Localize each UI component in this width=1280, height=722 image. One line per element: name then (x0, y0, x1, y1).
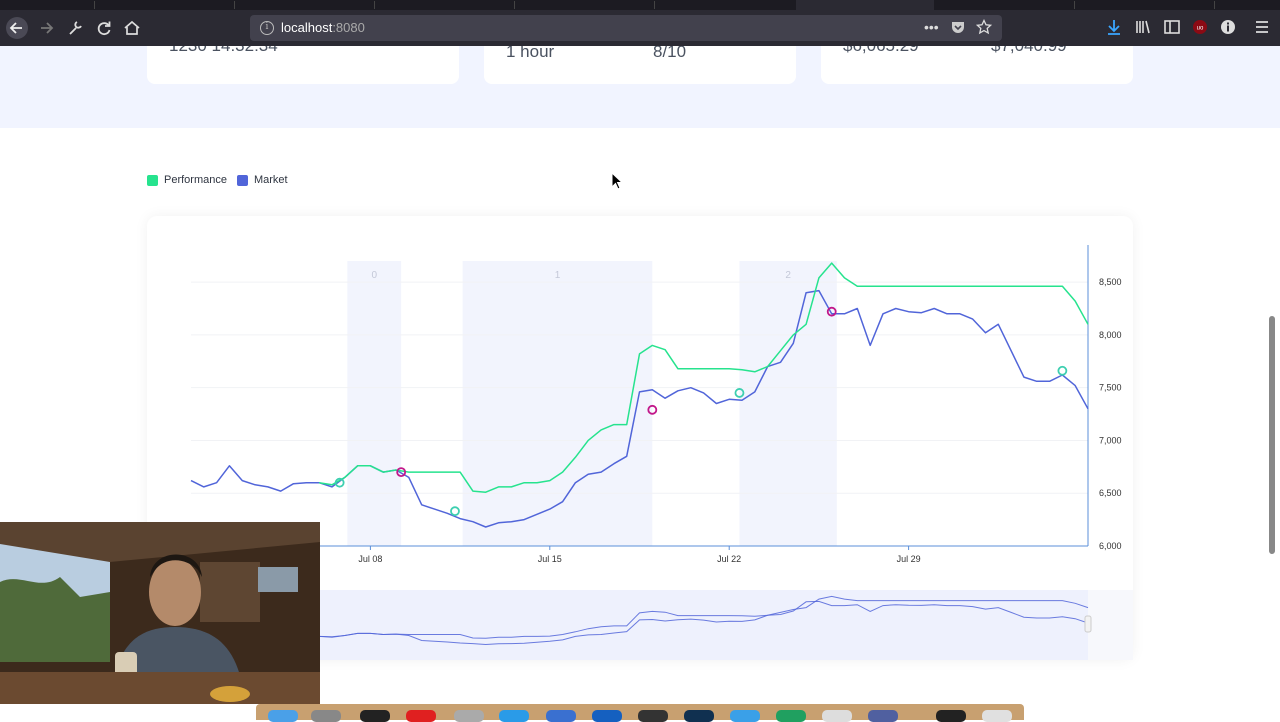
tab-separator (654, 1, 655, 9)
trash-dock-icon[interactable] (982, 710, 1012, 722)
reload-icon (97, 21, 111, 36)
home-icon (124, 20, 140, 35)
library-icon[interactable] (1133, 17, 1153, 37)
trade-region-2 (739, 261, 837, 546)
y-tick-label: 6,500 (1099, 488, 1122, 498)
x-tick-label: Jul 29 (897, 554, 921, 564)
navigator-right-area (1088, 590, 1133, 660)
stat-interval-value: 1 hour (506, 46, 555, 61)
app-dock-icon[interactable] (546, 710, 576, 722)
url-host: localhost (281, 20, 333, 35)
stat-card-time: 1230 14:32:34 (147, 46, 459, 84)
url-port: :8080 (332, 20, 365, 35)
tab-separator (1074, 1, 1075, 9)
stat-score-value: 8/10 (653, 46, 687, 61)
legend-item-market[interactable]: Market (236, 174, 288, 186)
chart-legend: Performance Market (147, 174, 288, 186)
site-info-icon[interactable]: i (260, 21, 274, 35)
y-tick-label: 8,500 (1099, 277, 1122, 287)
active-tab[interactable] (796, 0, 934, 10)
y-tick-label: 8,000 (1099, 330, 1122, 340)
y-tick-label: 7,500 (1099, 383, 1122, 393)
url-bar[interactable]: i localhost:8080 ••• (250, 15, 1002, 41)
webcam-video-frame (0, 522, 320, 704)
url-text[interactable]: localhost:8080 (281, 20, 365, 35)
stat-balance-end: $7,040.99 (991, 46, 1067, 56)
wrench-icon (69, 21, 82, 35)
tab-separator (94, 1, 95, 9)
y-tick-label: 6,000 (1099, 541, 1122, 551)
trade-region-1 (462, 261, 653, 546)
stats-section: 1230 14:32:34 1 hour 8/10 $6,065.29 $7,0… (0, 46, 1280, 128)
back-arrow-icon (9, 22, 22, 34)
tab-separator (1214, 1, 1215, 9)
download-icon[interactable] (1104, 17, 1124, 37)
app-dock-icon[interactable] (592, 710, 622, 722)
app-dock-icon[interactable] (776, 710, 806, 722)
legend-label-performance: Performance (164, 174, 227, 186)
pocket-icon[interactable] (950, 19, 966, 38)
tools-button[interactable] (64, 17, 86, 39)
buy-marker[interactable] (1057, 365, 1068, 376)
forward-button[interactable] (36, 17, 58, 39)
buy-marker[interactable] (450, 506, 460, 517)
trade-region-0 (347, 261, 402, 546)
back-button[interactable] (6, 17, 28, 39)
page-scrollbar[interactable] (1269, 316, 1275, 554)
stat-balance-start: $6,065.29 (843, 46, 919, 56)
reload-button[interactable] (93, 17, 115, 39)
info-icon[interactable] (1218, 17, 1238, 37)
app-dock-icon[interactable] (684, 710, 714, 722)
finder-dock-icon[interactable] (268, 710, 298, 722)
webcam-overlay (0, 522, 320, 704)
home-button[interactable] (121, 17, 143, 39)
app-dock-icon[interactable] (406, 710, 436, 722)
app-dock-icon[interactable] (822, 710, 852, 722)
menu-icon[interactable] (1252, 17, 1272, 37)
svg-text:uo: uo (1197, 26, 1204, 32)
legend-swatch-performance (147, 174, 158, 186)
app-dock-icon[interactable] (311, 710, 341, 722)
tab-separator (514, 1, 515, 9)
trade-region-label: 0 (371, 270, 377, 281)
forward-arrow-icon (41, 22, 54, 34)
x-tick-label: Jul 15 (538, 554, 562, 564)
bookmark-star-icon[interactable] (975, 18, 993, 38)
browser-toolbar: i localhost:8080 ••• uo (0, 0, 1280, 46)
stat-time-value: 1230 14:32:34 (169, 46, 278, 56)
x-tick-label: Jul 08 (358, 554, 382, 564)
tab-separator (374, 1, 375, 9)
stat-card-interval: 1 hour 8/10 (484, 46, 796, 84)
legend-swatch-market (236, 174, 248, 186)
trade-region-label: 1 (555, 270, 561, 281)
y-tick-label: 7,000 (1099, 435, 1122, 445)
sidebar-icon[interactable] (1162, 17, 1182, 37)
app-dock-icon[interactable] (868, 710, 898, 722)
navigator-handle[interactable] (1084, 615, 1092, 633)
legend-item-performance[interactable]: Performance (147, 174, 227, 186)
more-icon[interactable]: ••• (924, 19, 939, 35)
legend-label-market: Market (253, 174, 288, 186)
mouse-cursor-icon (611, 172, 623, 190)
trade-region-label: 2 (785, 270, 791, 281)
app-dock-icon[interactable] (454, 710, 484, 722)
app-dock-icon[interactable] (499, 710, 529, 722)
x-tick-label: Jul 22 (717, 554, 741, 564)
app-dock-icon[interactable] (638, 710, 668, 722)
app-dock-icon[interactable] (936, 710, 966, 722)
ublock-icon[interactable]: uo (1190, 17, 1210, 37)
stat-card-balance: $6,065.29 $7,040.99 (821, 46, 1133, 84)
tab-strip (0, 0, 1280, 10)
app-dock-icon[interactable] (730, 710, 760, 722)
series-line-performance[interactable] (318, 262, 1089, 493)
dock (256, 704, 1024, 722)
tab-separator (234, 1, 235, 9)
terminal-dock-icon[interactable] (360, 710, 390, 722)
